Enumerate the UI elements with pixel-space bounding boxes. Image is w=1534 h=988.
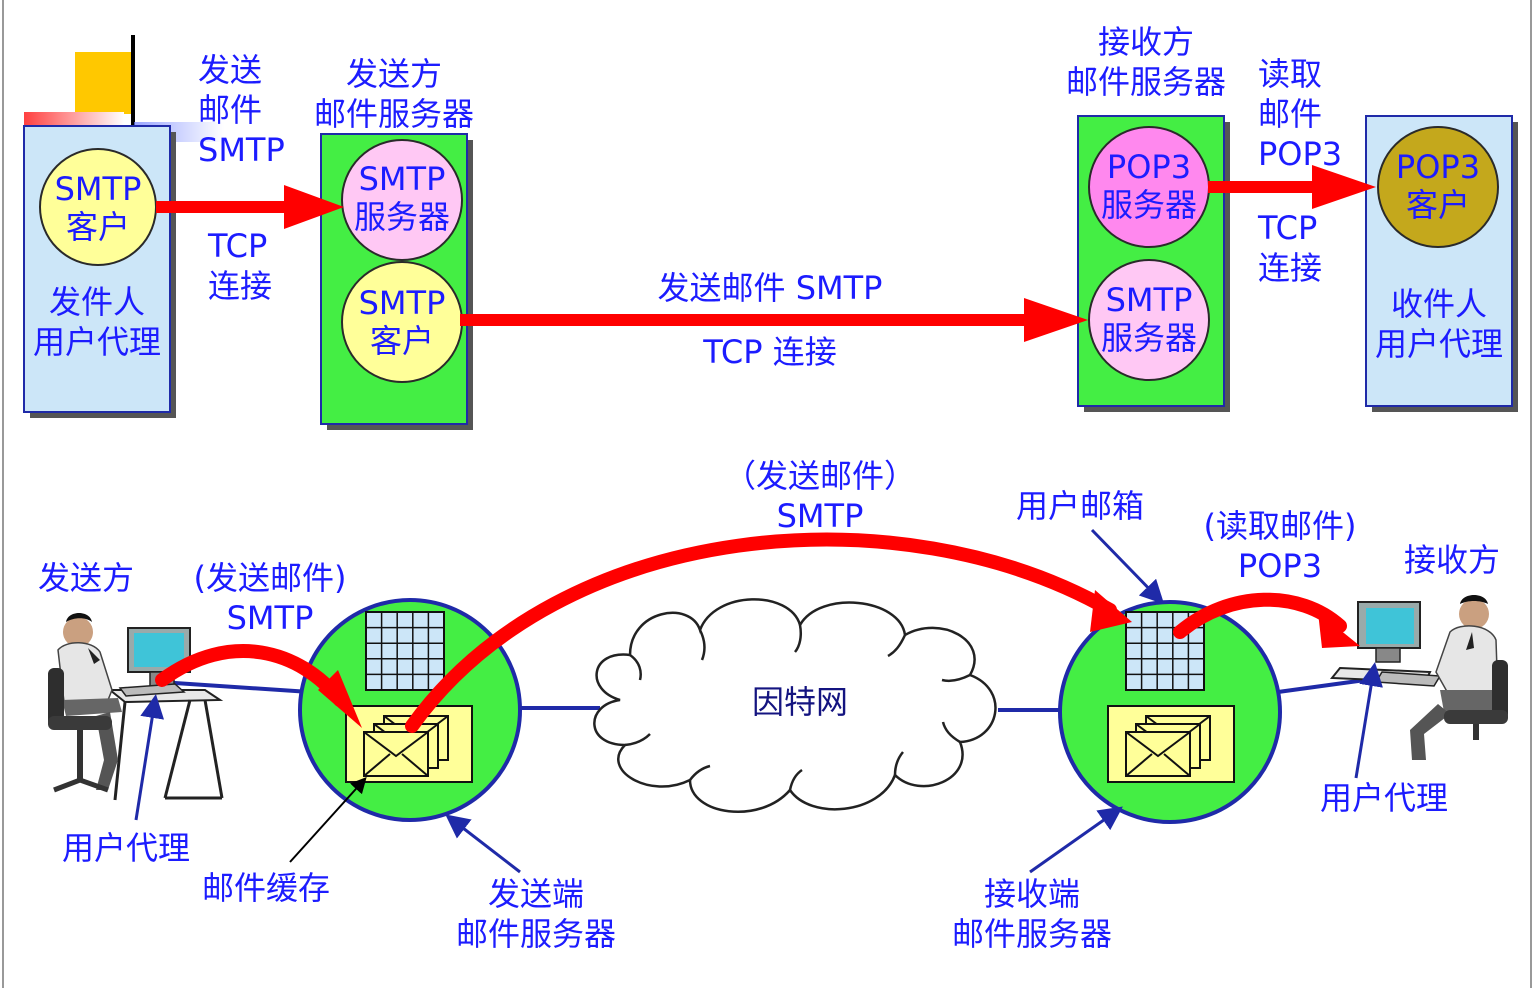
link3-bottom-label: TCP 连接 bbox=[1258, 209, 1323, 287]
link3-top-label: 读取 邮件 POP3 bbox=[1258, 55, 1343, 173]
receiver-user-icon bbox=[1329, 595, 1508, 760]
sender-user-icon bbox=[48, 613, 224, 801]
sender-label: 发送方 bbox=[38, 559, 135, 597]
send-mail-left-label: (发送邮件) SMTP bbox=[193, 559, 347, 637]
send-server-label: 发送端 邮件服务器 bbox=[455, 875, 616, 953]
link2-bottom-label: TCP 连接 bbox=[703, 333, 837, 371]
mailbox-label: 用户邮箱 bbox=[1016, 487, 1145, 525]
recv-server-label: 接收端 邮件服务器 bbox=[951, 875, 1112, 953]
ua-right-label: 用户代理 bbox=[1320, 779, 1449, 817]
mailbox-grid-left bbox=[365, 611, 445, 691]
receiver-label: 接收方 bbox=[1404, 541, 1501, 579]
ua-left-label: 用户代理 bbox=[62, 829, 191, 867]
receiver-pop3-client-label: POP3 客户 bbox=[1395, 148, 1481, 224]
recv-server-node bbox=[1058, 600, 1282, 824]
receiver-smtp-server-label: SMTP 服务器 bbox=[1100, 281, 1197, 357]
receiver-pop3-server-label: POP3 服务器 bbox=[1100, 148, 1197, 224]
email-diagram: SMTP 客户 发件人 用户代理 发送方 邮件服务器 SMTP 服务器 SMTP… bbox=[0, 0, 1534, 988]
receiver-ua-caption: 收件人 用户代理 bbox=[1374, 285, 1503, 363]
read-mail-label: (读取邮件) POP3 bbox=[1203, 507, 1357, 585]
link2-top-label: 发送邮件 SMTP bbox=[657, 269, 883, 307]
link1-top-label: 发送 邮件 SMTP bbox=[198, 51, 285, 169]
mail-cache-label: 邮件缓存 bbox=[202, 869, 331, 907]
sender-smtp-server-label: SMTP 服务器 bbox=[353, 160, 450, 236]
internet-label: 因特网 bbox=[751, 683, 848, 721]
sender-smtp-client-label: SMTP 客户 bbox=[54, 170, 142, 246]
mail-cache-envelopes-right bbox=[1125, 715, 1211, 777]
send-mail-center-label: （发送邮件） SMTP bbox=[723, 457, 916, 535]
receiver-server-title: 接收方 邮件服务器 bbox=[1065, 23, 1226, 101]
sender-server-title: 发送方 邮件服务器 bbox=[313, 55, 474, 133]
link1-bottom-label: TCP 连接 bbox=[208, 227, 273, 305]
sender-ua-caption: 发件人 用户代理 bbox=[32, 283, 161, 361]
sender-smtp-client2-label: SMTP 客户 bbox=[358, 284, 446, 360]
